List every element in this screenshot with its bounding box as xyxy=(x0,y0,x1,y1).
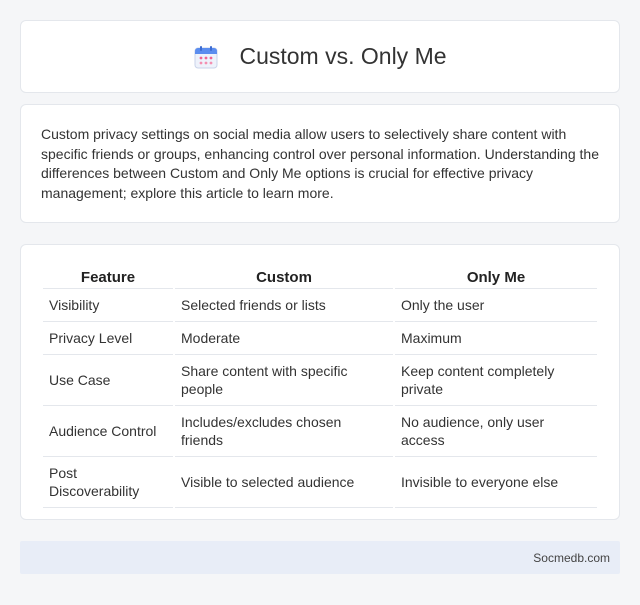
cell-feature: Visibility xyxy=(43,289,173,322)
table-row: Use Case Share content with specific peo… xyxy=(43,355,597,406)
header-feature: Feature xyxy=(43,265,173,289)
page-title: Custom vs. Only Me xyxy=(239,43,447,69)
table-row: Privacy Level Moderate Maximum xyxy=(43,322,597,355)
title-card: Custom vs. Only Me xyxy=(20,20,620,93)
cell-custom: Selected friends or lists xyxy=(175,289,393,322)
cell-feature: Use Case xyxy=(43,355,173,406)
cell-custom: Includes/excludes chosen friends xyxy=(175,406,393,457)
cell-only-me: Only the user xyxy=(395,289,597,322)
cell-only-me: Maximum xyxy=(395,322,597,355)
cell-feature: Audience Control xyxy=(43,406,173,457)
cell-feature: Post Discoverability xyxy=(43,457,173,508)
calendar-icon xyxy=(193,44,219,70)
cell-custom: Share content with specific people xyxy=(175,355,393,406)
table-header-row: Feature Custom Only Me xyxy=(43,265,597,289)
table-card: Feature Custom Only Me Visibility Select… xyxy=(20,244,620,520)
footer: Socmedb.com xyxy=(20,541,620,574)
cell-only-me: Keep content completely private xyxy=(395,355,597,406)
cell-custom: Visible to selected audience xyxy=(175,457,393,508)
table-row: Audience Control Includes/excludes chose… xyxy=(43,406,597,457)
header-only-me: Only Me xyxy=(395,265,597,289)
table-row: Post Discoverability Visible to selected… xyxy=(43,457,597,508)
cell-custom: Moderate xyxy=(175,322,393,355)
header-custom: Custom xyxy=(175,265,393,289)
intro-card: Custom privacy settings on social media … xyxy=(20,104,620,223)
cell-only-me: Invisible to everyone else xyxy=(395,457,597,508)
cell-feature: Privacy Level xyxy=(43,322,173,355)
intro-text: Custom privacy settings on social media … xyxy=(41,126,599,201)
comparison-table: Feature Custom Only Me Visibility Select… xyxy=(41,265,599,508)
footer-site-link[interactable]: Socmedb.com xyxy=(533,551,610,565)
table-row: Visibility Selected friends or lists Onl… xyxy=(43,289,597,322)
cell-only-me: No audience, only user access xyxy=(395,406,597,457)
